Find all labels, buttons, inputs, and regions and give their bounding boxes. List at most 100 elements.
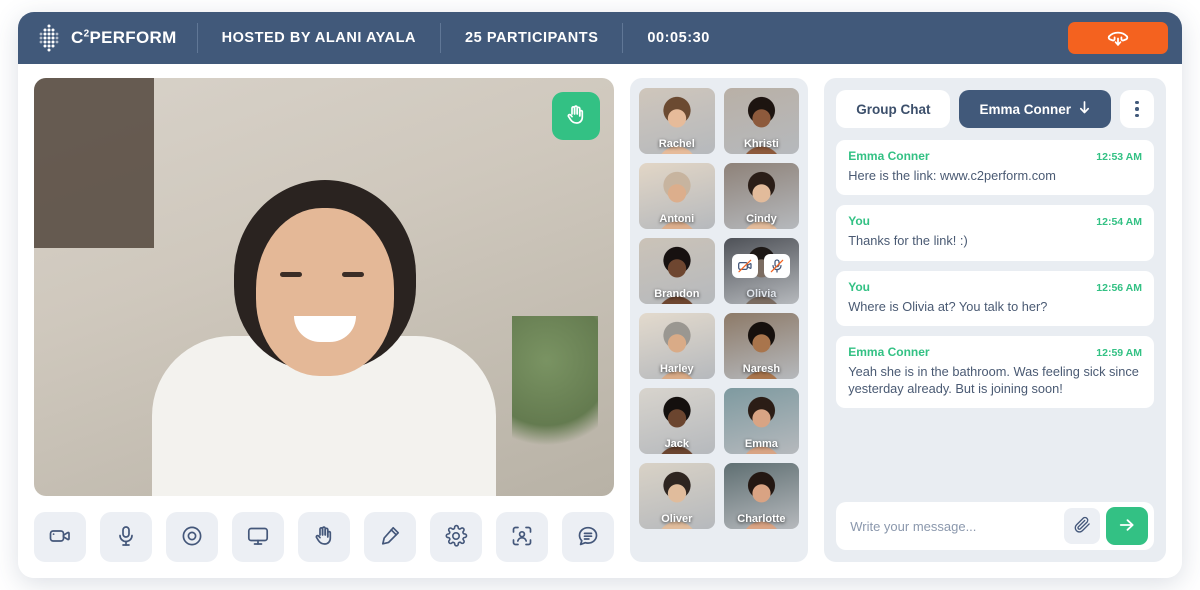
participant-tile[interactable]: Antoni bbox=[639, 163, 715, 229]
message-input[interactable] bbox=[850, 518, 1058, 534]
participant-tile[interactable]: Charlotte bbox=[723, 463, 800, 529]
main-speaker-figure bbox=[144, 166, 504, 496]
participant-rail[interactable]: Rachel Khristi Antoni Cindy Brandon Oliv… bbox=[630, 78, 809, 562]
phone-hangup-icon bbox=[1105, 26, 1131, 51]
participant-tile[interactable]: Naresh bbox=[723, 313, 800, 379]
participant-tile[interactable]: Brandon bbox=[639, 238, 715, 304]
c2perform-dot-matrix-logo bbox=[36, 23, 62, 53]
camera-off-icon bbox=[732, 254, 759, 278]
participant-tile[interactable]: Cindy bbox=[723, 163, 800, 229]
chat-button[interactable] bbox=[562, 512, 614, 562]
person-frame-icon bbox=[510, 524, 534, 551]
chat-message-time: 12:56 AM bbox=[1096, 281, 1142, 294]
annotate-button[interactable] bbox=[364, 512, 416, 562]
attach-file-button[interactable] bbox=[1064, 508, 1100, 544]
gear-icon bbox=[444, 524, 468, 551]
share-screen-button[interactable] bbox=[232, 512, 284, 562]
speaker-face bbox=[256, 208, 394, 376]
chat-bubble-icon bbox=[576, 524, 600, 551]
app-header: C2PERFORM HOSTED BY ALANI AYALA 25 PARTI… bbox=[18, 12, 1182, 64]
arrow-right-icon bbox=[1117, 515, 1137, 538]
header-divider-3 bbox=[622, 23, 624, 53]
microphone-toggle-button[interactable] bbox=[100, 512, 152, 562]
chat-message-header: Emma Conner 12:59 AM bbox=[848, 345, 1142, 359]
chat-panel: Group Chat Emma Conner Emma Conner 12:53… bbox=[824, 78, 1166, 562]
chat-message: Emma Conner 12:53 AM Here is the link: w… bbox=[836, 140, 1154, 196]
video-background-plant bbox=[512, 316, 598, 466]
chat-message-text: Here is the link: www.c2perform.com bbox=[848, 168, 1056, 183]
chat-message-list[interactable]: Emma Conner 12:53 AM Here is the link: w… bbox=[836, 140, 1154, 492]
settings-button[interactable] bbox=[430, 512, 482, 562]
camera-toggle-button[interactable] bbox=[34, 512, 86, 562]
tab-direct-message-label: Emma Conner bbox=[979, 101, 1071, 117]
participant-name: Emma bbox=[744, 438, 778, 450]
participant-tile[interactable]: Oliver bbox=[639, 463, 715, 529]
raise-hand-icon bbox=[312, 524, 336, 551]
chat-message-header: Emma Conner 12:53 AM bbox=[848, 149, 1142, 163]
video-camera-icon bbox=[48, 524, 72, 551]
send-message-button[interactable] bbox=[1106, 507, 1148, 545]
microphone-off-icon bbox=[764, 254, 791, 278]
participant-count: 25 PARTICIPANTS bbox=[465, 30, 599, 46]
brand-name-perform: PERFORM bbox=[89, 28, 177, 47]
more-options-icon bbox=[1135, 113, 1139, 118]
chat-message-text: Yeah she is in the bathroom. Was feeling… bbox=[848, 363, 1139, 397]
chat-message-sender: Emma Conner bbox=[848, 149, 930, 163]
tab-group-chat-label: Group Chat bbox=[856, 101, 931, 117]
record-circle-icon bbox=[180, 524, 204, 551]
participant-tile[interactable]: Khristi bbox=[723, 88, 800, 154]
participant-name: Brandon bbox=[654, 288, 700, 300]
brand-name-c: C bbox=[71, 28, 84, 47]
monitor-icon bbox=[246, 524, 270, 551]
header-divider-2 bbox=[440, 23, 442, 53]
participant-name: Charlotte bbox=[737, 513, 786, 525]
raise-hand-overlay-button[interactable] bbox=[552, 92, 600, 140]
chat-message: You 12:54 AM Thanks for the link! :) bbox=[836, 205, 1154, 261]
participant-name: Oliver bbox=[661, 513, 693, 525]
participant-name: Naresh bbox=[742, 363, 781, 375]
microphone-icon bbox=[114, 524, 138, 551]
participants-button[interactable] bbox=[496, 512, 548, 562]
paperclip-icon bbox=[1073, 515, 1092, 537]
chat-message-time: 12:54 AM bbox=[1096, 216, 1142, 229]
raise-hand-icon bbox=[564, 103, 588, 130]
participant-tile[interactable]: Olivia bbox=[723, 238, 800, 304]
chat-tabs: Group Chat Emma Conner bbox=[836, 90, 1154, 128]
speaker-eye-right bbox=[342, 272, 364, 277]
video-stage bbox=[34, 78, 614, 562]
tab-direct-message[interactable]: Emma Conner bbox=[959, 90, 1111, 128]
main-speaker-video[interactable] bbox=[34, 78, 614, 496]
participant-tile[interactable]: Harley bbox=[639, 313, 715, 379]
brand-name: C2PERFORM bbox=[71, 28, 177, 48]
chat-message-sender: You bbox=[848, 279, 870, 294]
video-background-shadow bbox=[34, 78, 154, 248]
chat-message-text: Thanks for the link! :) bbox=[848, 233, 968, 249]
chat-message-header: You 12:56 AM bbox=[848, 280, 1142, 294]
more-options-icon bbox=[1135, 107, 1139, 111]
chat-message-time: 12:59 AM bbox=[1096, 346, 1142, 359]
chat-more-options-button[interactable] bbox=[1120, 90, 1154, 128]
chat-message-header: You 12:54 AM bbox=[848, 214, 1142, 228]
app-body: Rachel Khristi Antoni Cindy Brandon Oliv… bbox=[18, 64, 1182, 578]
meeting-host: HOSTED BY ALANI AYALA bbox=[221, 30, 417, 46]
participant-name: Jack bbox=[664, 438, 690, 450]
arrow-down-icon bbox=[1078, 100, 1091, 118]
record-button[interactable] bbox=[166, 512, 218, 562]
chat-message-sender: You bbox=[848, 214, 870, 229]
participant-tile[interactable]: Rachel bbox=[639, 88, 715, 154]
meeting-timer: 00:05:30 bbox=[647, 30, 710, 46]
end-call-button[interactable] bbox=[1068, 22, 1168, 54]
participant-name: Antoni bbox=[659, 213, 695, 225]
chat-message-text: Where is Olivia at? You talk to her? bbox=[848, 298, 1048, 314]
participant-tile[interactable]: Emma bbox=[723, 388, 800, 454]
chat-message: You 12:56 AM Where is Olivia at? You tal… bbox=[836, 270, 1154, 326]
chat-message-time: 12:53 AM bbox=[1096, 151, 1142, 163]
participant-name: Olivia bbox=[746, 288, 777, 300]
tab-group-chat[interactable]: Group Chat bbox=[836, 90, 951, 128]
raise-hand-button[interactable] bbox=[298, 512, 350, 562]
app-window: C2PERFORM HOSTED BY ALANI AYALA 25 PARTI… bbox=[18, 12, 1182, 578]
participant-name: Khristi bbox=[743, 138, 779, 150]
header-divider-1 bbox=[196, 23, 198, 53]
participant-tile[interactable]: Jack bbox=[639, 388, 715, 454]
pen-icon bbox=[378, 524, 402, 551]
